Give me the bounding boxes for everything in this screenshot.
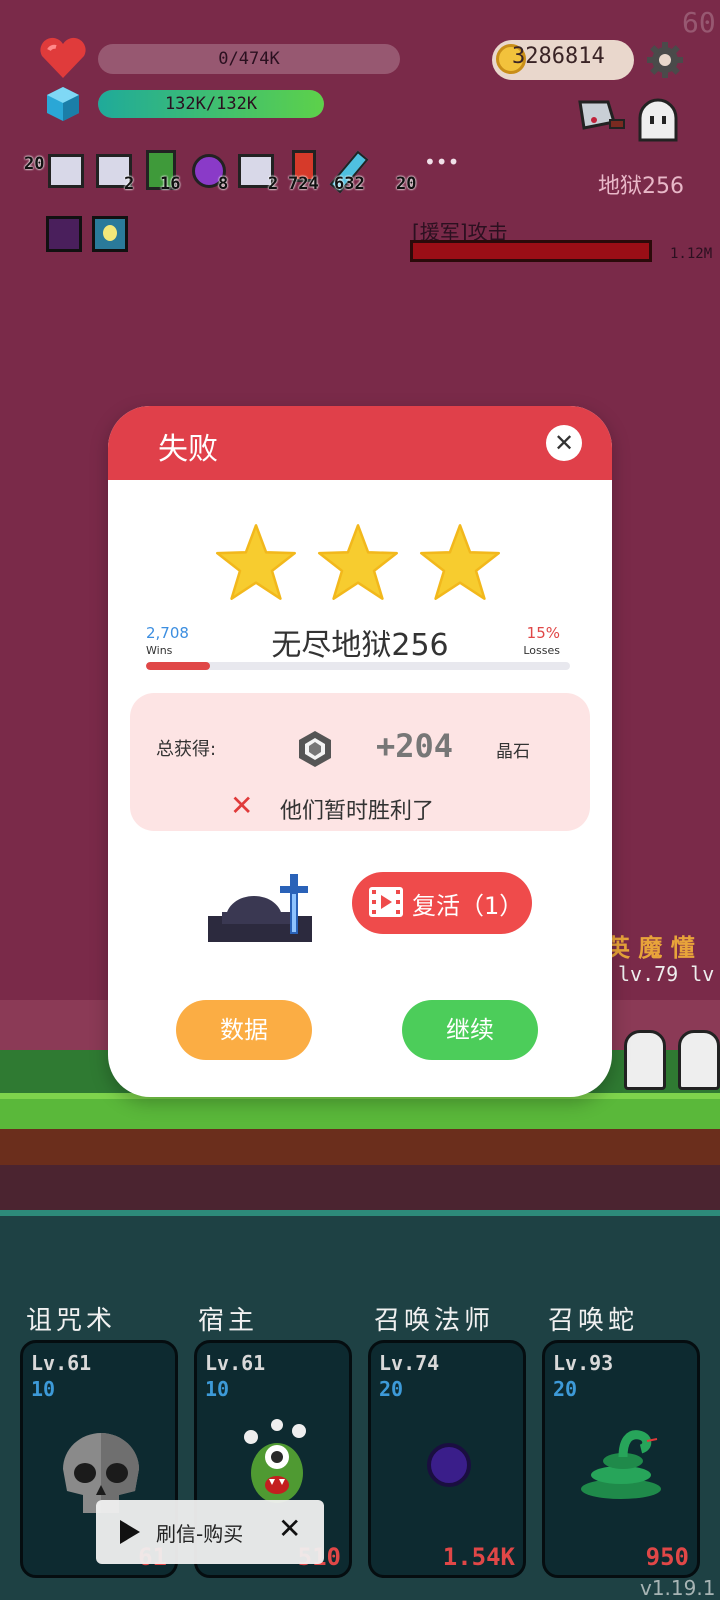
skill-title: 宿主 [198,1306,259,1336]
close-button[interactable]: ✕ [546,425,582,461]
enemy-levels: lv.79 lv [618,962,715,986]
item-count: 20 [24,154,45,174]
skill-count: 10 [31,1377,56,1401]
skill-card-summon-snake[interactable]: Lv.93 20 950 [542,1340,700,1578]
item-count: 2 [124,174,135,194]
snake-icon [573,1427,669,1503]
settings-gear-icon[interactable] [645,40,685,80]
panel-top-trim [0,1210,720,1216]
shield-text: 132K/132K [164,94,258,114]
enemy-names: 英 魔 懂 [606,934,695,962]
item-count: 8 [218,174,229,194]
skill-title: 诅咒术 [26,1306,117,1336]
win-loss-progress-fill [146,662,210,670]
banner-close-button[interactable]: ✕ [278,1512,301,1545]
result-dialog: 失败 ✕ 2,708 Wins 无尽地狱256 15% Losses 总获得: … [108,406,612,1097]
skill-level: Lv.93 [553,1351,614,1375]
enemy-hp-bar [410,240,652,262]
crystal-icon [46,86,80,122]
fail-message: 他们暂时胜利了 [280,799,435,824]
coin-count: 3286814 [512,44,605,69]
skill-title: 召唤蛇 [548,1306,639,1336]
skill-cost: 1.54K [442,1543,515,1571]
data-button[interactable]: 数据 [176,1000,312,1060]
item-count: 16 [160,174,181,194]
star-icon [420,524,500,600]
demon-buff-icon[interactable] [46,216,82,252]
skill-level: Lv.61 [31,1351,92,1375]
continue-button[interactable]: 继续 [402,1000,538,1060]
hp-bar: 0/474K [98,44,400,74]
enemy-sprite [624,1030,666,1090]
fps-counter: 60 [682,6,716,39]
scroll-icon[interactable] [48,154,84,188]
reward-unit: 晶石 [496,742,530,762]
crystal-gem-icon [296,729,334,769]
cleaver-icon[interactable] [574,98,626,140]
wins-label: Wins [146,644,173,657]
reward-panel: 总获得: +204 晶石 ✕ 他们暂时胜利了 [130,693,590,831]
level-name: 无尽地狱256 [271,628,449,663]
fail-x-icon: ✕ [230,789,254,822]
skill-level: Lv.74 [379,1351,440,1375]
enemy-sprite [678,1030,720,1090]
wins-value: 2,708 [146,624,189,642]
dark-soil [0,1165,720,1210]
more-icon[interactable]: ••• [424,150,459,174]
item-count: 632 [334,174,365,194]
item-count: 724 [288,174,319,194]
star-rating [212,522,512,602]
lightbulb-buff-icon[interactable] [92,216,128,252]
ghost-icon[interactable] [634,98,682,144]
reward-amount: +204 [376,727,454,765]
revive-label: 复活（1） [412,892,524,920]
item-count: 2 [268,174,279,194]
green-monster-icon [237,1417,317,1511]
skill-card-summon-mage[interactable]: Lv.74 20 1.54K [368,1340,526,1578]
enemy-hp-value: 1.12M [670,246,713,262]
star-icon [216,524,296,600]
skill-level: Lv.61 [205,1351,266,1375]
tombstone-icon [204,872,316,944]
inventory-row: 20 2 16 8 2 724 632 ••• 20 [24,150,459,196]
banner-label: 刷信-购买 [156,1522,244,1546]
skill-count: 20 [553,1377,578,1401]
skill-count: 20 [379,1377,404,1401]
stage-label: 地狱256 [598,174,684,199]
dark-orb-icon [427,1443,471,1487]
dialog-title: 失败 [158,432,218,467]
heart-icon [38,36,88,80]
shield-bar: 132K/132K [98,90,324,118]
skill-title: 召唤法师 [374,1306,495,1336]
skill-count: 10 [205,1377,230,1401]
losses-value: 15% [526,624,560,642]
star-icon [318,524,398,600]
losses-label: Losses [523,644,560,657]
hp-text: 0/474K [218,49,280,69]
win-loss-progress [146,662,570,670]
skill-cost: 950 [645,1543,689,1571]
video-ad-icon [368,886,404,918]
reward-label: 总获得: [156,739,217,760]
play-icon [120,1520,140,1544]
version-label: v1.19.1 [640,1576,716,1600]
item-count: 20 [396,174,417,194]
